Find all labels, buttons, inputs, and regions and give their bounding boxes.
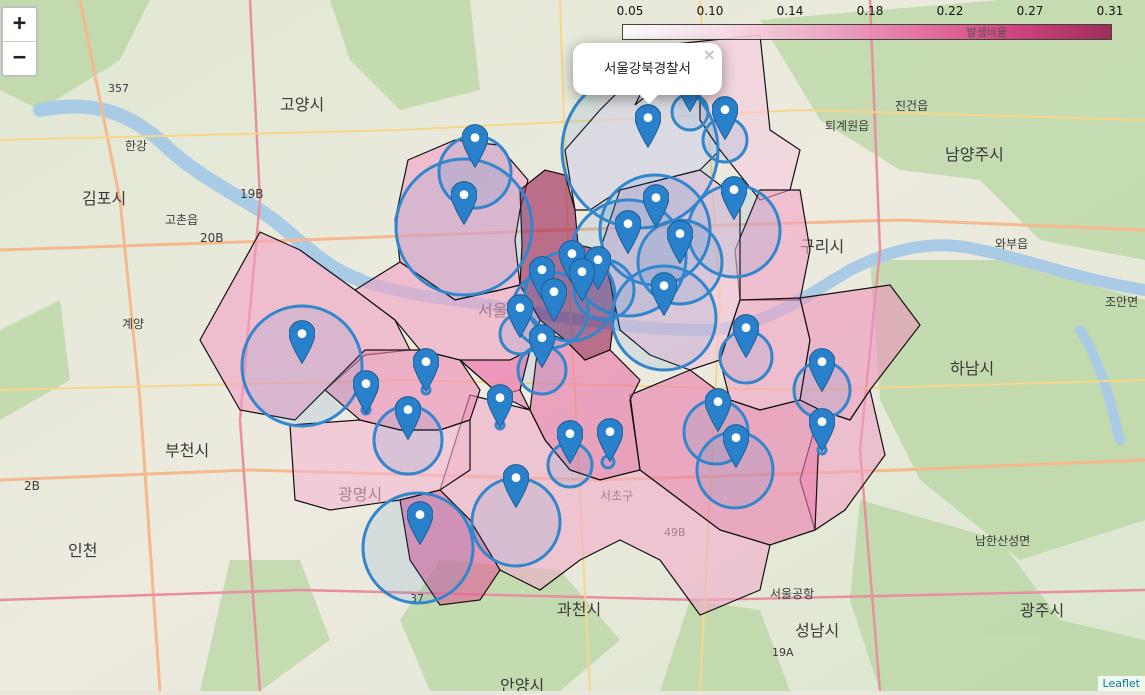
- map-label: 진건읍: [895, 99, 928, 113]
- map-label: 인천: [68, 541, 97, 560]
- station-popup: 서울강북경찰서 ×: [573, 43, 722, 104]
- map-label: 19B: [240, 187, 264, 201]
- map-label: 서울공항: [770, 587, 814, 601]
- attribution-link[interactable]: Leaflet: [1097, 676, 1145, 691]
- map-svg[interactable]: 고양시김포시고촌읍부천시인천광명시과천시안양시성남시광주시하남시구리시남양주시진…: [0, 0, 1145, 695]
- map-label: 안양시: [500, 676, 544, 691]
- legend-tick: 0.18: [856, 4, 884, 18]
- popup-text: 서울강북경찰서: [604, 61, 691, 77]
- legend-tick: 0.22: [936, 4, 964, 18]
- legend-tick: 0.05: [616, 4, 644, 18]
- map-label: 고양시: [280, 95, 324, 114]
- legend-tick: 0.10: [696, 4, 724, 18]
- map-label: 남한산성면: [975, 534, 1030, 548]
- legend-colorbar: [622, 24, 1112, 40]
- popup-tip: [639, 94, 659, 104]
- map-label: 357: [108, 82, 129, 95]
- map-canvas[interactable]: 고양시김포시고촌읍부천시인천광명시과천시안양시성남시광주시하남시구리시남양주시진…: [0, 0, 1145, 695]
- map-label: 하남시: [950, 359, 994, 378]
- map-label: 퇴계원읍: [825, 119, 869, 133]
- map-label: 19A: [772, 646, 794, 659]
- map-label: 부천시: [165, 441, 209, 460]
- zoom-out-button[interactable]: −: [3, 41, 36, 75]
- map-label: 와부읍: [995, 237, 1028, 251]
- color-legend: 0.05 0.10 0.14 0.18 0.22 0.27 0.31 발생비율: [600, 4, 1124, 40]
- map-label: 한강: [125, 139, 147, 153]
- map-label: 계양: [122, 317, 144, 331]
- legend-tick: 0.31: [1096, 4, 1124, 18]
- popup-close-button[interactable]: ×: [703, 45, 716, 64]
- map-label: 고촌읍: [165, 213, 198, 227]
- legend-tick: 0.14: [776, 4, 804, 18]
- map-label: 성남시: [795, 621, 839, 640]
- map-label: 과천시: [557, 600, 601, 619]
- zoom-in-button[interactable]: +: [3, 8, 36, 41]
- map-label: 남양주시: [945, 145, 1004, 164]
- map-label: 20B: [200, 231, 224, 245]
- legend-caption: 발생비율: [966, 26, 1007, 39]
- legend-ticks: 0.05 0.10 0.14 0.18 0.22 0.27 0.31: [600, 4, 1124, 20]
- map-label: 광주시: [1020, 601, 1064, 620]
- legend-tick: 0.27: [1016, 4, 1044, 18]
- zoom-control: + −: [1, 6, 38, 77]
- radius-circle[interactable]: [394, 157, 534, 297]
- map-label: 2B: [24, 479, 40, 493]
- map-label: 조안면: [1105, 295, 1138, 309]
- map-label: 김포시: [82, 189, 126, 208]
